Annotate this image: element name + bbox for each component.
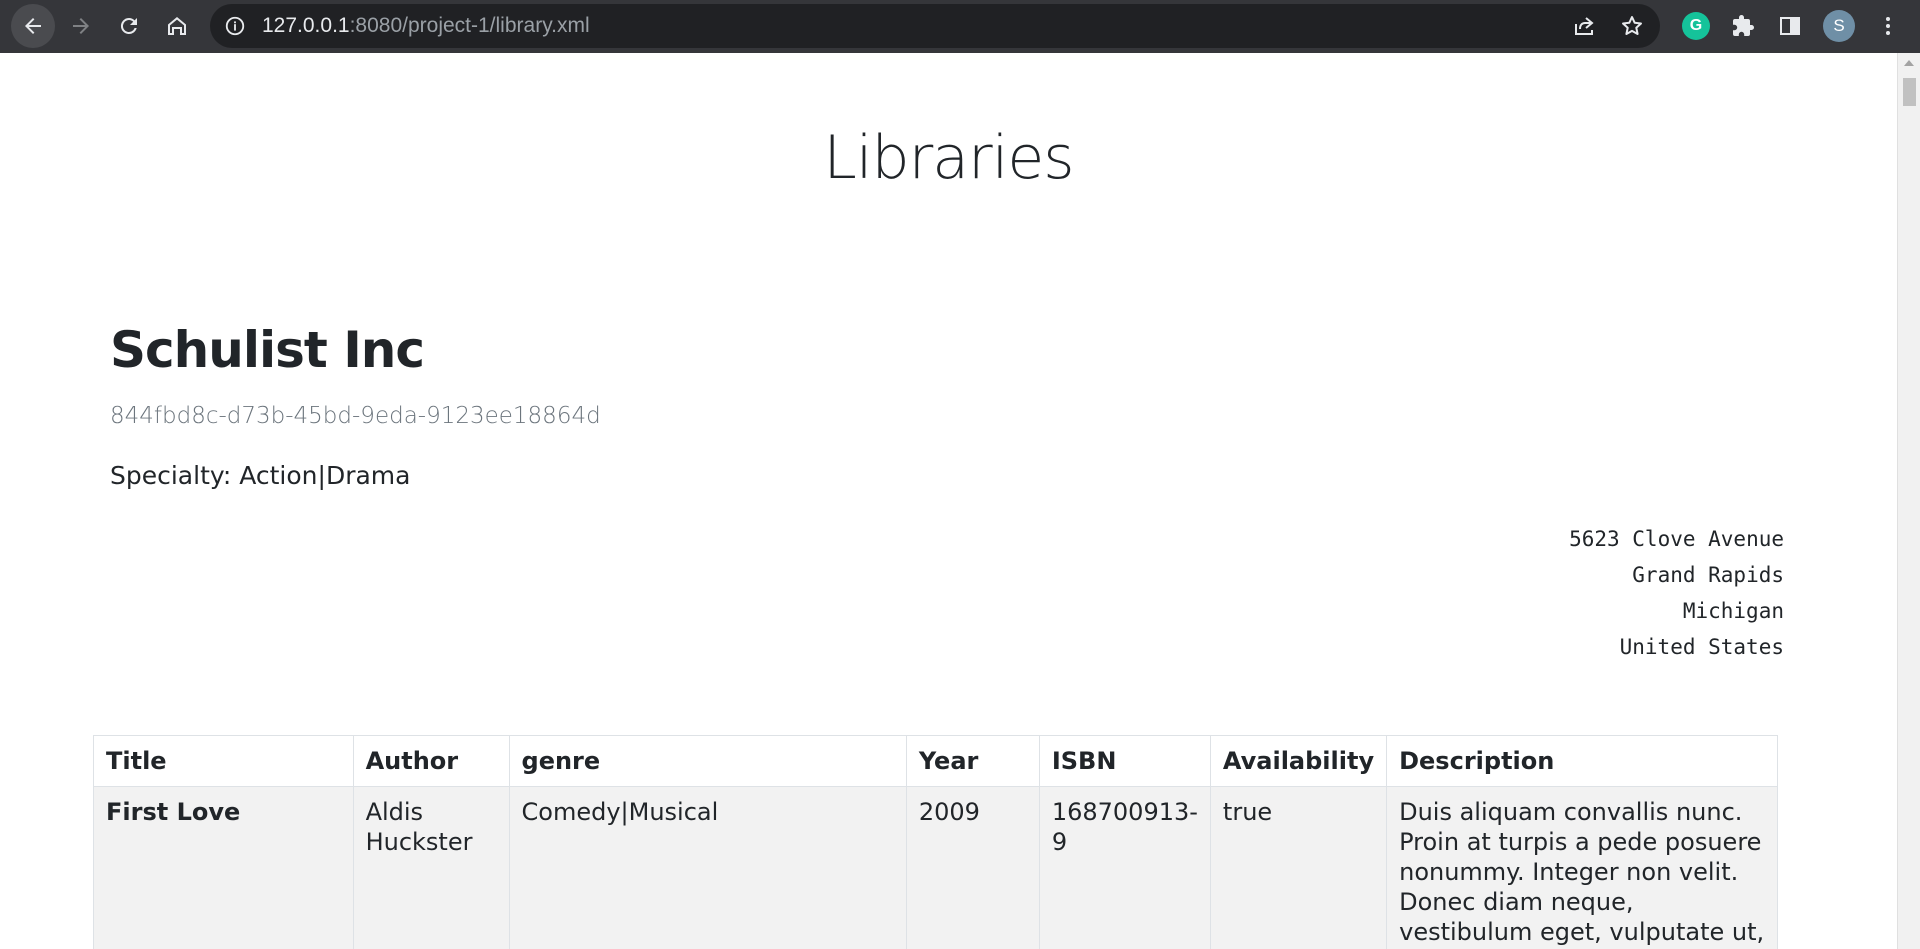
address-state: Michigan [1682,599,1784,623]
grammarly-extension-icon[interactable]: G [1682,12,1710,40]
arrow-left-icon [25,18,41,34]
header-genre: genre [508,735,907,787]
table-header-row: Title Author genre Year ISBN Availabilit… [93,735,1778,787]
table-row: First Love Aldis Huckster Comedy|Musical… [93,786,1778,949]
reload-button[interactable] [107,4,151,48]
cell-description: Duis aliquam convallis nunc. Proin at tu… [1386,786,1778,949]
library-specialty: Specialty: Action|Drama [110,461,411,490]
address-country: United States [1619,635,1784,659]
page-content: Libraries Schulist Inc 844fbd8c-d73b-45b… [0,53,1897,949]
browser-toolbar: 127.0.0.1:8080/project-1/library.xml G S [0,0,1920,53]
library-name: Schulist Inc [110,321,425,379]
extensions-puzzle-icon[interactable] [1729,12,1757,40]
cell-year: 2009 [905,786,1040,949]
info-icon[interactable] [224,15,246,37]
url-text: 127.0.0.1:8080/project-1/library.xml [262,4,590,48]
header-description: Description [1386,735,1778,787]
header-title: Title [93,735,354,787]
bookmark-star-icon[interactable] [1620,14,1644,38]
cell-title: First Love [93,786,354,949]
reload-icon [120,17,137,34]
header-availability: Availability [1209,735,1388,787]
books-table: Title Author genre Year ISBN Availabilit… [93,735,1778,949]
back-button[interactable] [11,4,55,48]
url-path: :8080/project-1/library.xml [349,14,590,37]
library-id: 844fbd8c-d73b-45bd-9eda-9123ee18864d [110,403,601,429]
scrollbar-thumb[interactable] [1903,78,1916,106]
home-button[interactable] [155,4,199,48]
arrow-right-icon [73,18,89,34]
profile-avatar[interactable]: S [1823,10,1855,42]
cell-availability: true [1209,786,1388,949]
header-isbn: ISBN [1038,735,1211,787]
cell-genre: Comedy|Musical [508,786,907,949]
forward-button[interactable] [59,4,103,48]
address-bar[interactable]: 127.0.0.1:8080/project-1/library.xml [210,4,1660,48]
cell-author: Aldis Huckster [352,786,510,949]
page-title: Libraries [823,123,1074,193]
address-city: Grand Rapids [1632,563,1784,587]
kebab-menu-icon[interactable] [1874,12,1902,40]
header-year: Year [905,735,1040,787]
side-panel-icon[interactable] [1776,12,1804,40]
library-address: 5623 Clove Avenue Grand Rapids Michigan … [1569,521,1784,665]
scroll-up-arrow-icon[interactable] [1904,60,1914,66]
home-icon [168,17,186,35]
header-author: Author [352,735,510,787]
vertical-scrollbar[interactable] [1897,53,1920,949]
share-icon[interactable] [1572,14,1596,38]
address-street: 5623 Clove Avenue [1569,527,1784,551]
cell-isbn: 168700913-9 [1038,786,1211,949]
url-host: 127.0.0.1 [262,14,350,37]
